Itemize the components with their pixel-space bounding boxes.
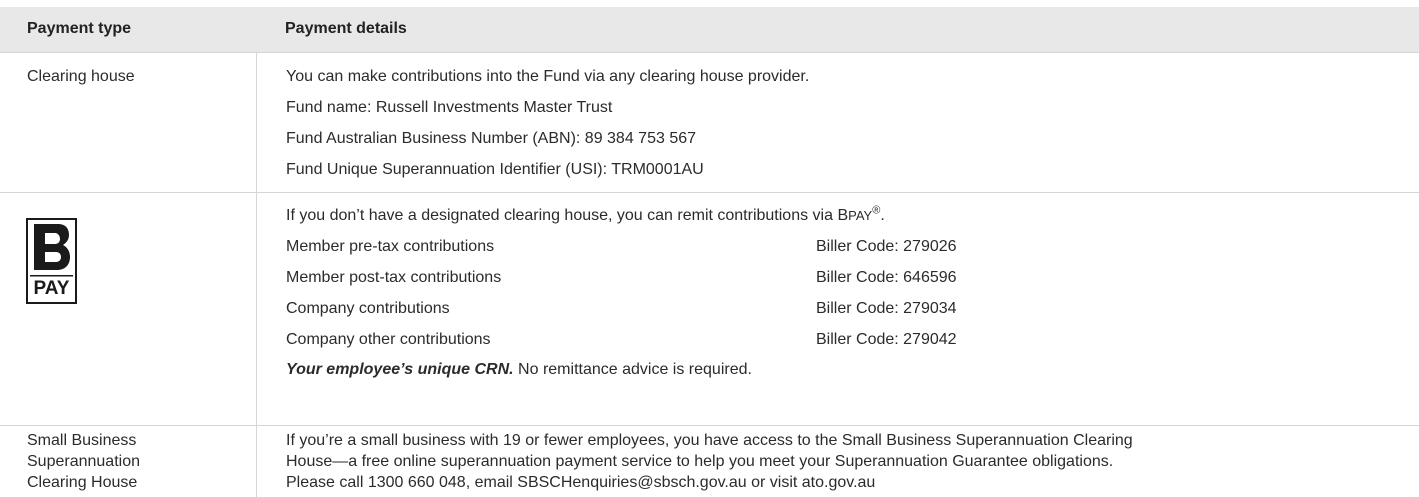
bpay-logo: PAY [26, 218, 77, 304]
type-clearing-house: Clearing house [27, 68, 135, 85]
bpay-logo-label: PAY [33, 278, 70, 299]
table-row-clearing-house: Clearing house You can make contribution… [0, 52, 1419, 192]
sbsch-detail-line-1: If you’re a small business with 19 or fe… [286, 432, 1133, 449]
cell-details-bpay: If you don’t have a designated clearing … [256, 193, 1419, 425]
bpay-brand-smallcaps: PAY [848, 208, 873, 223]
table-row-sbsch: Small Business Superannuation Clearing H… [0, 425, 1419, 497]
biller-code-member-post-tax: Biller Code: 646596 [816, 269, 957, 286]
cell-details-sbsch: If you’re a small business with 19 or fe… [256, 426, 1419, 497]
header-cell-payment-type: Payment type [0, 7, 255, 52]
detail-fund-name: Fund name: Russell Investments Master Tr… [286, 99, 613, 116]
detail-line: You can make contributions into the Fund… [286, 68, 810, 85]
sbsch-detail-line-3: Please call 1300 660 048, email SBSCHenq… [286, 474, 876, 491]
type-sbsch-line-1: Small Business [27, 432, 137, 449]
biller-code-member-pre-tax: Biller Code: 279026 [816, 238, 957, 255]
sbsch-detail-line-2: House—a free online superannuation payme… [286, 453, 1114, 470]
biller-code-company-other: Biller Code: 279042 [816, 331, 957, 348]
biller-code-company: Biller Code: 279034 [816, 300, 957, 317]
crn-rest: No remittance advice is required. [513, 361, 752, 378]
header-payment-details: Payment details [285, 20, 407, 37]
bpay-intro: If you don’t have a designated clearing … [286, 205, 885, 225]
bpay-intro-period: . [880, 207, 885, 224]
bpay-intro-text: If you don’t have a designated clearing … [286, 207, 849, 224]
type-sbsch-line-2: Superannuation [27, 453, 140, 470]
detail-fund-abn: Fund Australian Business Number (ABN): 8… [286, 130, 697, 147]
crn-emphasis: Your employee’s unique CRN. [286, 361, 514, 378]
biller-label-company: Company contributions [286, 300, 450, 317]
cell-type-clearing-house: Clearing house [0, 53, 255, 192]
biller-label-member-pre-tax: Member pre-tax contributions [286, 238, 495, 255]
cell-type-bpay: PAY [0, 193, 255, 425]
table-row-bpay: PAY If you don’t have a designated clear… [0, 192, 1419, 425]
type-sbsch-line-3: Clearing House [27, 474, 138, 491]
biller-label-company-other: Company other contributions [286, 331, 491, 348]
detail-fund-usi: Fund Unique Superannuation Identifier (U… [286, 161, 704, 178]
cell-details-clearing-house: You can make contributions into the Fund… [256, 53, 1419, 192]
table-header-row: Payment type Payment details [0, 7, 1419, 52]
biller-label-member-post-tax: Member post-tax contributions [286, 269, 502, 286]
payment-table: Payment type Payment details Clearing ho… [0, 0, 1419, 497]
header-payment-type: Payment type [27, 20, 132, 37]
header-cell-payment-details: Payment details [256, 7, 1419, 52]
cell-type-sbsch: Small Business Superannuation Clearing H… [0, 426, 255, 497]
bpay-crn-note: Your employee’s unique CRN. No remittanc… [286, 361, 752, 379]
